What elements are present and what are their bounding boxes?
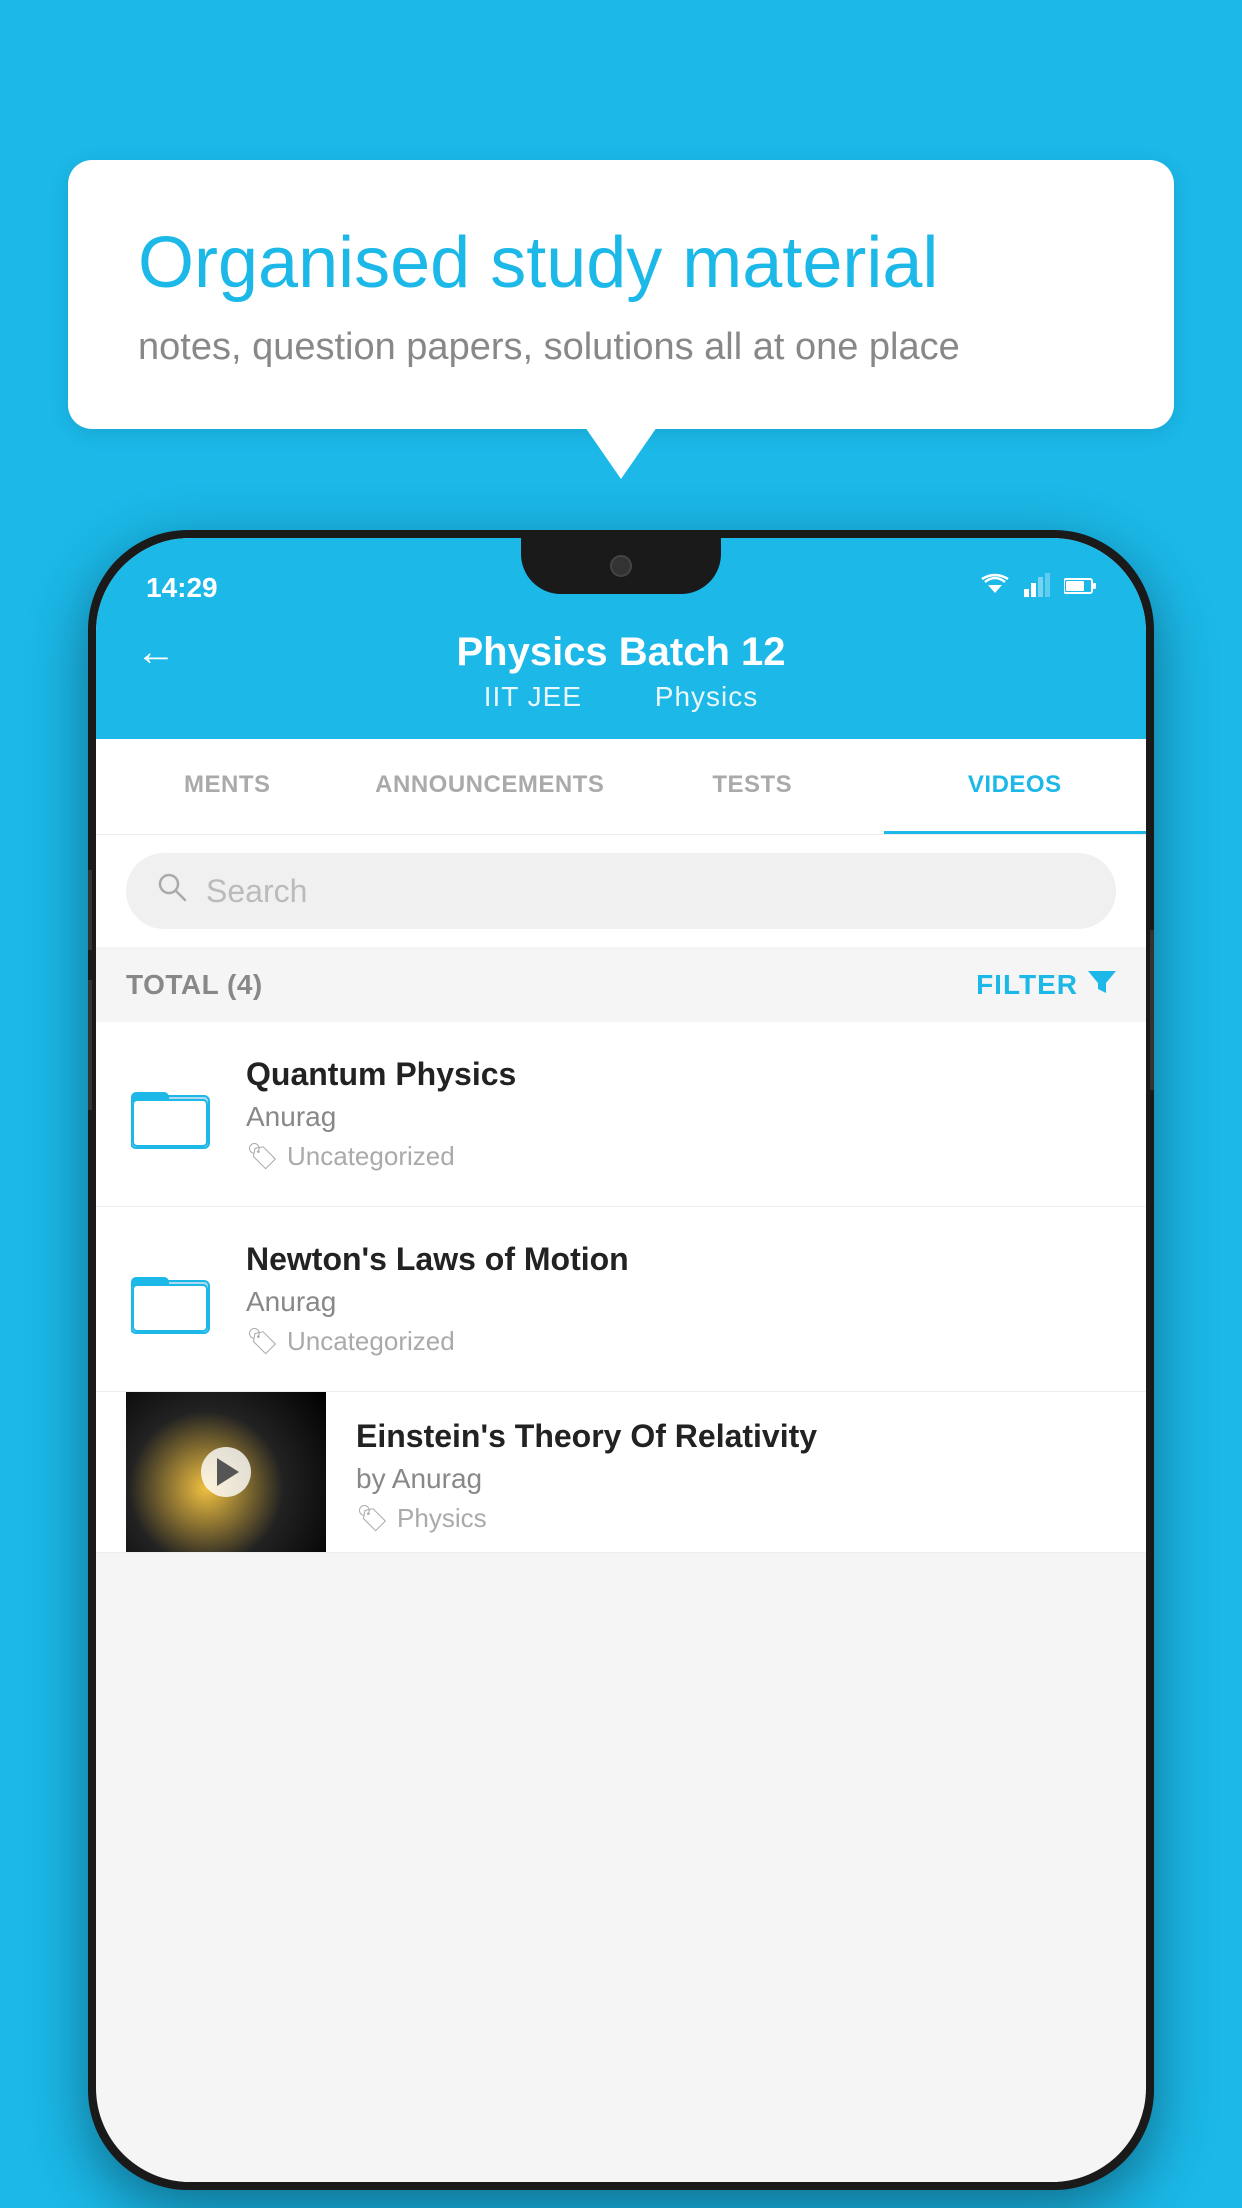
video-title: Quantum Physics (246, 1056, 1116, 1093)
tab-videos-label: VIDEOS (968, 771, 1062, 798)
phone-frame: 14:29 (88, 530, 1154, 2190)
tab-announcements[interactable]: ANNOUNCEMENTS (359, 739, 622, 834)
search-placeholder: Search (206, 873, 307, 910)
bubble-title: Organised study material (138, 220, 1104, 306)
video-info: Einstein's Theory Of Relativity by Anura… (356, 1392, 1116, 1534)
subtitle-iitjee: IIT JEE (484, 681, 582, 712)
tabs-container: MENTS ANNOUNCEMENTS TESTS VIDEOS (96, 739, 1146, 835)
header-row: ← Physics Batch 12 (136, 630, 1106, 675)
video-tag: 🏷 Uncategorized (246, 1326, 1116, 1357)
signal-icon (1024, 573, 1050, 604)
bubble-subtitle: notes, question papers, solutions all at… (138, 326, 1104, 369)
video-tag: 🏷 Uncategorized (246, 1141, 1116, 1172)
tab-announcements-label: ANNOUNCEMENTS (375, 771, 604, 798)
batch-title: Physics Batch 12 (456, 630, 785, 675)
tab-videos[interactable]: VIDEOS (884, 739, 1147, 834)
batch-subtitle: IIT JEE Physics (468, 681, 775, 713)
play-button[interactable] (201, 1447, 251, 1497)
video-author: Anurag (246, 1286, 1116, 1318)
tab-tests[interactable]: TESTS (621, 739, 884, 834)
status-icons (980, 573, 1096, 604)
phone-volume-down-button (88, 980, 92, 1110)
search-bar[interactable]: Search (126, 853, 1116, 929)
phone-inner: 14:29 (96, 538, 1146, 2182)
tag-icon: 🏷 (246, 1326, 279, 1357)
filter-label: FILTER (976, 969, 1078, 1001)
video-tag: 🏷 Physics (356, 1503, 1116, 1534)
tag-text: Uncategorized (287, 1141, 455, 1172)
phone-notch (521, 538, 721, 594)
filter-row: TOTAL (4) FILTER (96, 947, 1146, 1022)
play-triangle-icon (217, 1458, 239, 1486)
phone-volume-up-button (88, 870, 92, 950)
tab-tests-label: TESTS (712, 771, 792, 798)
tab-ments-label: MENTS (184, 771, 271, 798)
video-author: Anurag (246, 1101, 1116, 1133)
list-item[interactable]: Einstein's Theory Of Relativity by Anura… (96, 1392, 1146, 1553)
list-item[interactable]: Quantum Physics Anurag 🏷 Uncategorized (96, 1022, 1146, 1207)
phone-screen: 14:29 (96, 538, 1146, 2182)
video-thumbnail (126, 1392, 326, 1552)
total-count-label: TOTAL (4) (126, 969, 263, 1001)
video-list: Quantum Physics Anurag 🏷 Uncategorized (96, 1022, 1146, 1553)
app-header: ← Physics Batch 12 IIT JEE Physics (96, 610, 1146, 739)
speech-bubble: Organised study material notes, question… (68, 160, 1174, 429)
speech-bubble-container: Organised study material notes, question… (68, 160, 1174, 429)
tag-text: Uncategorized (287, 1326, 455, 1357)
back-button[interactable]: ← (136, 630, 176, 675)
subtitle-physics: Physics (655, 681, 758, 712)
wifi-icon (980, 573, 1010, 604)
front-camera (610, 555, 632, 577)
tag-text: Physics (397, 1503, 487, 1534)
tab-ments[interactable]: MENTS (96, 739, 359, 834)
filter-button[interactable]: FILTER (976, 967, 1116, 1002)
list-item[interactable]: Newton's Laws of Motion Anurag 🏷 Uncateg… (96, 1207, 1146, 1392)
folder-icon (126, 1254, 216, 1344)
video-author: by Anurag (356, 1463, 1116, 1495)
filter-icon (1088, 967, 1116, 1002)
tag-icon: 🏷 (246, 1141, 279, 1172)
search-icon (156, 871, 188, 911)
phone-power-button (1150, 930, 1154, 1090)
search-container: Search (96, 835, 1146, 947)
video-info: Quantum Physics Anurag 🏷 Uncategorized (246, 1056, 1116, 1172)
folder-icon (126, 1069, 216, 1159)
status-time: 14:29 (146, 572, 218, 604)
video-title: Newton's Laws of Motion (246, 1241, 1116, 1278)
battery-icon (1064, 574, 1096, 602)
tag-icon: 🏷 (356, 1503, 389, 1534)
video-title: Einstein's Theory Of Relativity (356, 1418, 1116, 1455)
video-info: Newton's Laws of Motion Anurag 🏷 Uncateg… (246, 1241, 1116, 1357)
